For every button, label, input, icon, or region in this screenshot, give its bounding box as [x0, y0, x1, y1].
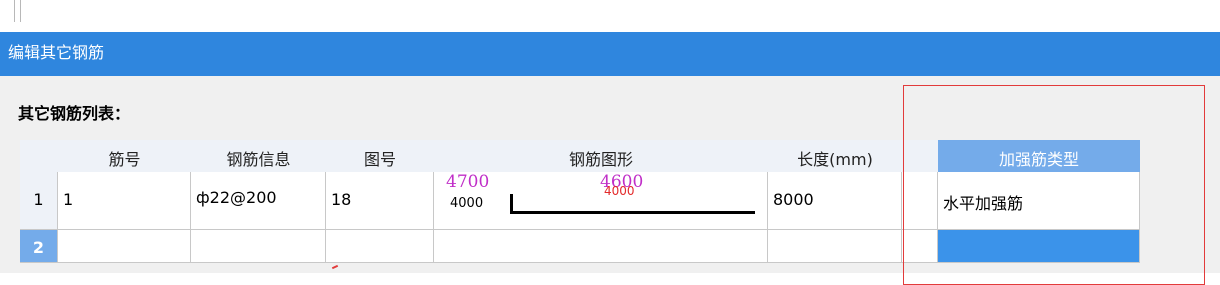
cell-bar-shape[interactable]	[434, 230, 768, 263]
cell-figure-no[interactable]: 18	[326, 172, 434, 230]
shape-horizontal-leg	[510, 211, 755, 214]
header-bar-shape[interactable]: 钢筋图形	[434, 140, 769, 173]
highlight-box	[903, 85, 1205, 285]
top-background	[0, 0, 1220, 32]
cell-bar-no[interactable]: 1	[58, 172, 191, 230]
dialog-titlebar: 编辑其它钢筋	[0, 32, 1220, 76]
cell-bar-info[interactable]	[191, 230, 326, 263]
cell-bar-shape[interactable]: 4700 4600 4000 4000	[434, 172, 768, 230]
header-figure-no[interactable]: 图号	[326, 140, 435, 173]
cell-figure-no[interactable]	[326, 230, 434, 263]
list-label: 其它钢筋列表：	[18, 104, 131, 123]
header-corner[interactable]	[20, 140, 59, 173]
cell-bar-info[interactable]: ф22@200	[191, 172, 326, 230]
header-bar-no[interactable]: 筋号	[58, 140, 192, 173]
divider-line	[14, 0, 15, 22]
header-length[interactable]: 长度(mm)	[768, 140, 903, 173]
shape-dimension-top-left: 4700	[446, 172, 490, 192]
dialog-title: 编辑其它钢筋	[8, 43, 105, 62]
header-bar-info[interactable]: 钢筋信息	[191, 140, 327, 173]
divider-line	[20, 0, 21, 22]
row-number-active[interactable]: 2	[20, 230, 58, 263]
cell-length[interactable]	[768, 230, 902, 263]
cell-length[interactable]: 8000	[768, 172, 902, 230]
shape-dimension-mid: 4000	[604, 184, 635, 198]
rebar-shape-drawing: 4700 4600 4000 4000	[434, 172, 768, 230]
shape-dimension-left: 4000	[450, 196, 484, 211]
row-number[interactable]: 1	[20, 172, 58, 230]
cell-bar-no[interactable]	[58, 230, 191, 263]
